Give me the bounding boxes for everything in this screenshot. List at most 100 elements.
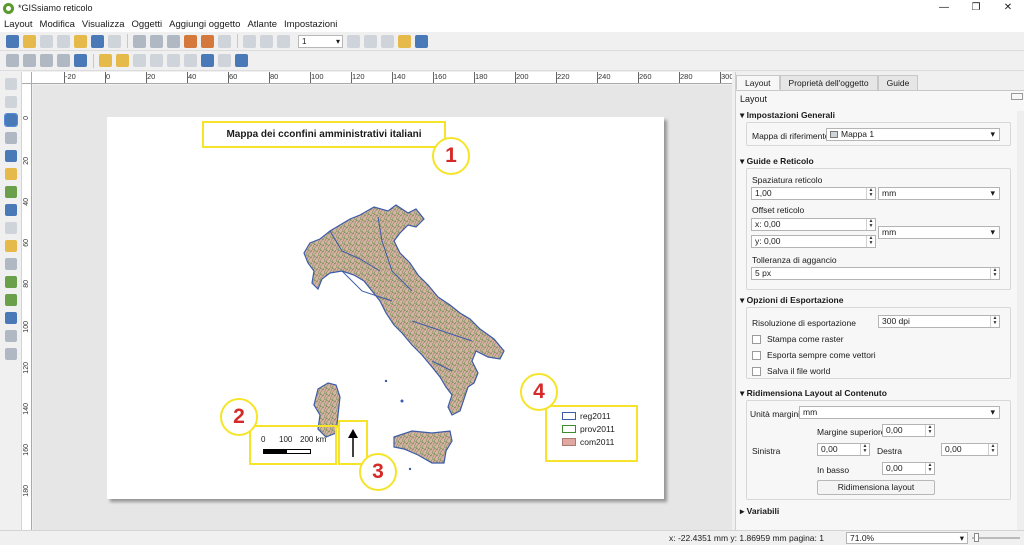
section-guides[interactable]: ▾ Guide e Reticolo <box>740 156 814 167</box>
lock-icon[interactable] <box>235 54 248 67</box>
redo-icon[interactable] <box>218 34 231 48</box>
add-picture-icon[interactable] <box>5 204 17 216</box>
open-template-icon[interactable] <box>74 34 87 48</box>
align-center-icon[interactable] <box>150 54 163 67</box>
pan-icon[interactable] <box>5 78 17 90</box>
menu-atlante[interactable]: Atlante <box>247 19 277 30</box>
add-3d-map-icon[interactable] <box>5 186 17 198</box>
zoom-100-icon[interactable] <box>40 54 53 67</box>
layout-manager-icon[interactable] <box>57 34 70 48</box>
add-marker-icon[interactable] <box>5 294 17 306</box>
ref-map-select[interactable]: Mappa 1 <box>826 128 1000 141</box>
add-label-icon[interactable] <box>5 222 17 234</box>
maximize-button[interactable]: ❐ <box>960 0 992 16</box>
panel-scrollbar[interactable] <box>1017 111 1024 531</box>
undo-icon[interactable] <box>201 34 214 48</box>
margin-right-input[interactable]: 0,00 ▲ ▼ <box>941 443 998 456</box>
north-arrow-icon[interactable] <box>346 427 360 459</box>
tab-layout[interactable]: Layout <box>736 75 780 90</box>
new-layout-icon[interactable] <box>23 34 36 48</box>
grid-offset-y-input[interactable]: y: 0,00 ▲ ▼ <box>751 235 876 248</box>
atlas-print-icon[interactable] <box>381 34 394 48</box>
atlas-page-select[interactable]: 1 <box>298 34 343 48</box>
ungroup-icon[interactable] <box>218 54 231 67</box>
edit-nodes-icon[interactable] <box>5 150 17 162</box>
margin-units-select[interactable]: mm <box>799 406 1000 419</box>
align-left-icon[interactable] <box>133 54 146 67</box>
menu-visualizza[interactable]: Visualizza <box>82 19 125 30</box>
resize-layout-button[interactable]: Ridimensiona layout <box>817 480 935 495</box>
select-icon[interactable] <box>4 113 18 127</box>
add-map-icon[interactable] <box>5 168 17 180</box>
add-html-icon[interactable] <box>5 330 17 342</box>
menu-aggiungi-oggetto[interactable]: Aggiungi oggetto <box>169 19 240 30</box>
panel-float-icon[interactable] <box>1011 93 1023 100</box>
duplicate-layout-icon[interactable] <box>40 34 53 48</box>
add-attribute-table-icon[interactable] <box>5 348 17 360</box>
next-feature-icon[interactable] <box>347 34 360 48</box>
layout-page[interactable]: Mappa dei cconfini amministrativi italia… <box>107 117 664 499</box>
menu-layout[interactable]: Layout <box>4 19 33 30</box>
refresh-icon[interactable] <box>74 54 87 67</box>
section-resize[interactable]: ▾ Ridimensiona Layout al Contenuto <box>740 388 887 399</box>
raise-items-icon[interactable] <box>99 54 112 67</box>
resize-icon[interactable] <box>184 54 197 67</box>
zoom-in-icon[interactable] <box>6 54 19 67</box>
zoom-out-icon[interactable] <box>23 54 36 67</box>
layout-canvas[interactable]: Mappa dei cconfini amministrativi italia… <box>33 85 732 530</box>
grid-offset-x-input[interactable]: x: 0,00 ▲ ▼ <box>751 218 876 231</box>
legend-item-reg2011[interactable]: reg2011 <box>562 411 611 421</box>
export-image-icon[interactable] <box>150 34 163 48</box>
save-icon[interactable] <box>6 34 19 48</box>
checkbox-box[interactable] <box>752 366 761 376</box>
tab-item-properties[interactable]: Proprietà dell'oggetto <box>779 75 878 90</box>
margin-bottom-input[interactable]: 0,00 ▲ ▼ <box>882 462 935 475</box>
move-content-icon[interactable] <box>5 132 17 144</box>
add-shape-icon[interactable] <box>5 276 17 288</box>
close-button[interactable]: ✕ <box>992 0 1024 16</box>
checkbox-box[interactable] <box>752 334 761 344</box>
margin-left-input[interactable]: 0,00 ▲ ▼ <box>817 443 870 456</box>
export-svg-icon[interactable] <box>167 34 180 48</box>
section-variables[interactable]: ▸ Variabili <box>740 506 779 517</box>
menu-modifica[interactable]: Modifica <box>40 19 75 30</box>
export-vectors-checkbox[interactable]: Esporta sempre come vettori <box>752 350 876 360</box>
print-as-raster-checkbox[interactable]: Stampa come raster <box>752 334 844 344</box>
snap-tolerance-input[interactable]: 5 px ▲ ▼ <box>751 267 1000 280</box>
previous-feature-icon[interactable] <box>277 34 290 48</box>
export-resolution-input[interactable]: 300 dpi ▲ ▼ <box>878 315 1000 328</box>
grid-spacing-input[interactable]: 1,00 ▲ ▼ <box>751 187 876 200</box>
grid-spacing-unit-select[interactable]: mm <box>878 187 1000 200</box>
first-feature-icon[interactable] <box>260 34 273 48</box>
lower-items-icon[interactable] <box>116 54 129 67</box>
section-export[interactable]: ▾ Opzioni di Esportazione <box>740 295 843 306</box>
add-scalebar-icon[interactable] <box>5 258 17 270</box>
atlas-settings-icon[interactable] <box>415 34 428 48</box>
zoom-select[interactable]: 71.0% <box>846 532 968 544</box>
export-pdf-icon[interactable] <box>184 34 197 48</box>
page-setup-icon[interactable] <box>108 34 121 48</box>
section-general[interactable]: ▾ Impostazioni Generali <box>740 110 835 121</box>
distribute-icon[interactable] <box>167 54 180 67</box>
grid-offset-unit-select[interactable]: mm <box>878 226 1000 239</box>
zoom-slider[interactable] <box>972 533 1020 542</box>
menu-oggetti[interactable]: Oggetti <box>132 19 163 30</box>
save-world-file-checkbox[interactable]: Salva il file world <box>752 366 830 376</box>
scalebar-bar[interactable] <box>263 449 311 454</box>
atlas-preview-icon[interactable] <box>243 34 256 48</box>
menu-impostazioni[interactable]: Impostazioni <box>284 19 337 30</box>
legend-item-prov2011[interactable]: prov2011 <box>562 424 615 434</box>
save-template-icon[interactable] <box>91 34 104 48</box>
add-legend-icon[interactable] <box>5 240 17 252</box>
zoom-tool-icon[interactable] <box>5 96 17 108</box>
margin-top-input[interactable]: 0,00 ▲ ▼ <box>882 424 935 437</box>
legend-item-com2011[interactable]: com2011 <box>562 437 614 447</box>
map-title-label[interactable]: Mappa dei cconfini amministrativi italia… <box>202 121 446 148</box>
print-icon[interactable] <box>133 34 146 48</box>
add-arrow-icon[interactable] <box>5 312 17 324</box>
last-feature-icon[interactable] <box>364 34 377 48</box>
checkbox-box[interactable] <box>752 350 761 360</box>
group-icon[interactable] <box>201 54 214 67</box>
zoom-slider-handle[interactable] <box>974 533 979 542</box>
tab-guides[interactable]: Guide <box>877 75 919 90</box>
